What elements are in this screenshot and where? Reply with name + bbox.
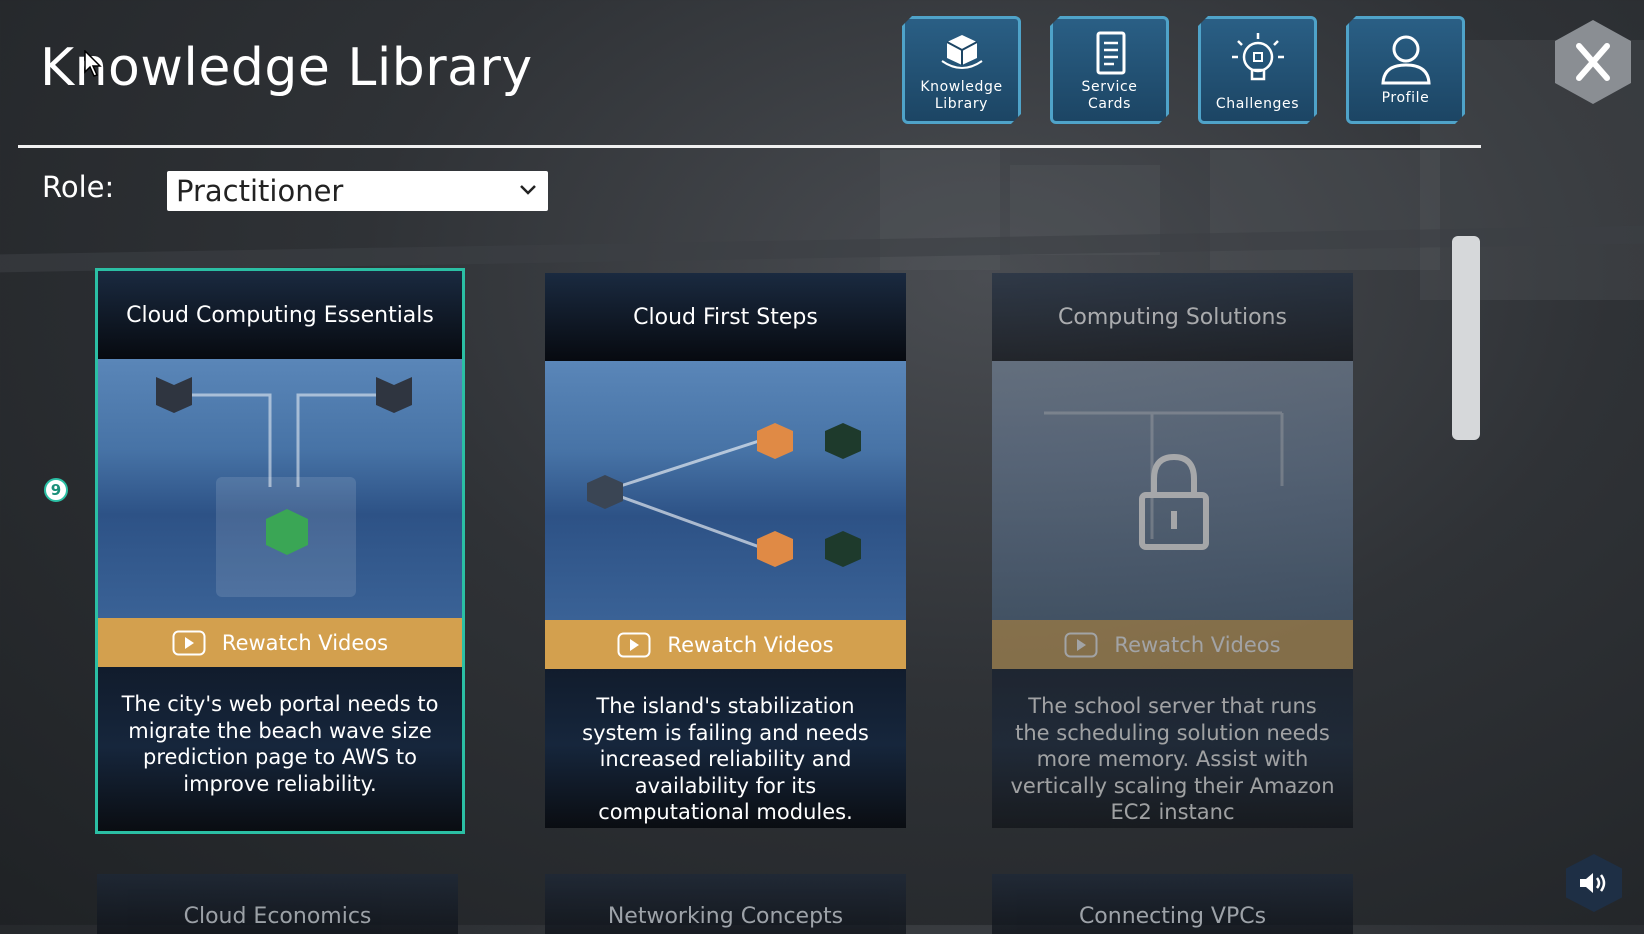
card-title: Cloud Computing Essentials [98, 271, 462, 359]
title-divider [18, 145, 1481, 148]
rewatch-videos-label: Rewatch Videos [667, 632, 834, 657]
course-card-partial[interactable]: Networking Concepts [545, 874, 906, 934]
background-building [1210, 150, 1440, 270]
nav-profile-button[interactable]: Profile [1346, 16, 1465, 124]
card-title: Networking Concepts [607, 904, 844, 929]
rewatch-videos-label: Rewatch Videos [1114, 632, 1281, 657]
nav-challenges-button[interactable]: Challenges [1198, 16, 1317, 124]
course-card-partial[interactable]: Connecting VPCs [992, 874, 1353, 934]
card-description: The city's web portal needs to migrate t… [121, 692, 439, 796]
role-dropdown[interactable]: Practitioner [167, 171, 548, 211]
card-description: The island's stabilization system is fai… [582, 694, 869, 824]
chevron-down-icon [520, 185, 536, 195]
scrollbar-thumb[interactable] [1452, 236, 1480, 440]
volume-button[interactable] [1566, 854, 1622, 912]
nav-service-cards-button[interactable]: Service Cards [1050, 16, 1169, 124]
nav-label: Profile [1381, 90, 1430, 106]
architecture-diagram-icon [156, 377, 412, 597]
mouse-cursor-icon [84, 50, 102, 77]
card-title: Connecting VPCs [1078, 904, 1267, 929]
rewatch-videos-label: Rewatch Videos [221, 630, 389, 655]
user-icon [1378, 31, 1434, 87]
page-title: Knowledge Library [40, 38, 533, 98]
card-title: Cloud Economics [183, 904, 372, 929]
card-diagram-image [545, 361, 906, 620]
rewatch-videos-button[interactable]: Rewatch Videos [545, 620, 906, 669]
nav-label: Challenges [1215, 96, 1300, 112]
nav-knowledge-library-button[interactable]: Knowledge Library [902, 16, 1021, 124]
nav-label: Service Cards [1081, 79, 1138, 112]
top-nav: Knowledge Library Service Cards Challeng… [902, 16, 1465, 124]
card-title: Cloud First Steps [545, 273, 906, 361]
role-label: Role: [42, 170, 115, 204]
course-card[interactable]: Cloud First Steps Rewatch Videos The isl… [545, 273, 906, 828]
lightbulb-icon [1228, 31, 1288, 89]
card-title: Computing Solutions [992, 273, 1353, 361]
card-diagram-image [98, 359, 462, 618]
document-icon [1090, 31, 1130, 79]
role-dropdown-value: Practitioner [176, 174, 344, 208]
card-description: The school server that runs the scheduli… [1010, 694, 1335, 824]
architecture-diagram-icon [587, 423, 861, 567]
rewatch-videos-button[interactable]: Rewatch Videos [992, 620, 1353, 669]
course-card-locked[interactable]: Computing Solutions Rewatch Videos The s… [992, 273, 1353, 828]
play-icon [1064, 632, 1098, 657]
play-icon [172, 630, 206, 655]
speaker-icon [1580, 873, 1606, 893]
course-card-partial[interactable]: Cloud Economics [97, 874, 458, 934]
cube-icon [939, 31, 985, 73]
notification-badge[interactable]: 9 [44, 478, 68, 502]
card-diagram-image [992, 361, 1353, 620]
rewatch-videos-button[interactable]: Rewatch Videos [98, 618, 462, 667]
lock-icon [1044, 411, 1284, 550]
nav-label: Knowledge Library [920, 79, 1003, 112]
course-card[interactable]: Cloud Computing Essentials Rewatch Video… [95, 268, 465, 834]
play-icon [617, 632, 651, 657]
